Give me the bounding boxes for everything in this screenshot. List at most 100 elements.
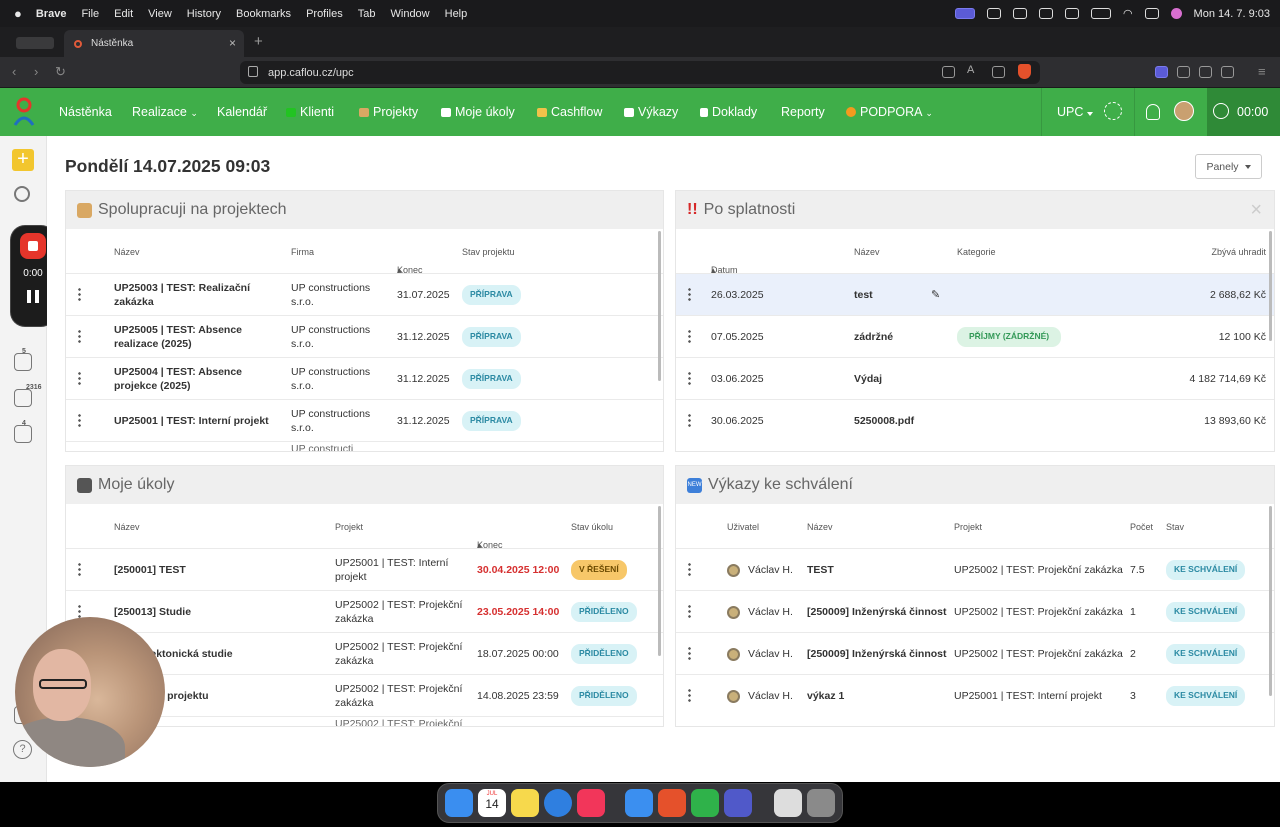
row-menu-icon[interactable] — [688, 646, 691, 660]
script-editor-icon[interactable] — [774, 789, 802, 817]
nav-nastenka[interactable]: Nástěnka — [59, 105, 112, 119]
finder-icon[interactable] — [445, 789, 473, 817]
share-icon[interactable] — [992, 66, 1005, 78]
table-row[interactable]: UP25004 | TEST: Absence projekce (2025) … — [66, 357, 663, 399]
row-menu-icon[interactable] — [78, 329, 81, 343]
battery-icon[interactable] — [1090, 8, 1111, 19]
time-tracker[interactable]: 00:00 — [1207, 88, 1280, 136]
table-row[interactable]: UP25001 | TEST: Interní projekt UP const… — [66, 399, 663, 441]
nav-reporty[interactable]: Reporty — [781, 105, 825, 119]
nav-podpora[interactable]: PODPORA ⌄ — [846, 105, 933, 119]
report-name[interactable]: [250009] Inženýrská činnost — [807, 591, 946, 633]
row-menu-icon[interactable] — [688, 329, 691, 343]
nav-moje-ukoly[interactable]: Moje úkoly — [441, 105, 515, 119]
panels-dropdown-button[interactable]: Panely — [1195, 154, 1262, 179]
wifi-icon[interactable]: ◠ — [1123, 7, 1133, 20]
back-icon[interactable]: ‹ — [12, 64, 16, 79]
menu-app-name[interactable]: Brave — [36, 8, 67, 20]
scrollbar[interactable] — [658, 231, 661, 381]
org-switcher[interactable]: UPC — [1057, 105, 1093, 119]
col-uzivatel[interactable]: Uživatel — [727, 522, 759, 532]
project-name[interactable]: UP25005 | TEST: Absence realizace (2025) — [114, 316, 284, 358]
nav-cashflow[interactable]: Cashflow — [537, 105, 602, 119]
row-menu-icon[interactable] — [688, 371, 691, 385]
report-name[interactable]: TEST — [807, 549, 834, 591]
brave-icon[interactable] — [658, 789, 686, 817]
col-nazev[interactable]: Název — [114, 247, 140, 257]
calendar-icon[interactable]: JUL 14 — [478, 789, 506, 817]
translate-icon[interactable]: A — [967, 64, 980, 76]
row-menu-icon[interactable] — [688, 604, 691, 618]
row-menu-icon[interactable] — [688, 287, 691, 301]
documents-icon[interactable] — [14, 389, 32, 407]
menu-tab[interactable]: Tab — [358, 8, 376, 20]
reload-icon[interactable]: ↻ — [55, 64, 66, 80]
menu-view[interactable]: View — [148, 8, 172, 20]
col-kategorie[interactable]: Kategorie — [957, 247, 996, 257]
project-name[interactable]: UP25003 | TEST: Realizační zakázka — [114, 274, 284, 316]
browser-tab-active[interactable]: Nástěnka × — [64, 30, 244, 57]
calendar-plus-icon[interactable] — [14, 425, 32, 443]
report-name[interactable]: výkaz 1 — [807, 675, 844, 717]
due-name[interactable]: test — [854, 274, 873, 316]
cast-icon[interactable] — [942, 66, 955, 78]
table-row[interactable]: Václav H. [250009] Inženýrská činnost UP… — [676, 590, 1274, 632]
project-name[interactable]: UP25004 | TEST: Absence projekce (2025) — [114, 358, 284, 400]
bell-icon[interactable] — [1146, 104, 1160, 123]
stop-record-button[interactable] — [20, 233, 46, 259]
table-row-partial[interactable]: UP constructi — [66, 441, 663, 451]
row-menu-icon[interactable] — [688, 688, 691, 702]
address-bar[interactable]: app.caflou.cz/upc — [240, 61, 1040, 84]
caflou-logo-icon[interactable] — [12, 97, 36, 127]
screen-record-icon[interactable] — [954, 8, 975, 19]
col-zbyva-uhradit[interactable]: Zbývá uhradit — [1211, 247, 1266, 257]
col-firma[interactable]: Firma — [291, 247, 314, 257]
brave-shield-icon[interactable] — [1018, 64, 1031, 79]
scrollbar[interactable] — [658, 506, 661, 656]
nav-projekty[interactable]: Projekty — [359, 105, 418, 119]
edit-pencil-icon[interactable]: ✎ — [931, 274, 940, 316]
table-row[interactable]: 26.03.2025 test ✎ 2 688,62 Kč — [676, 273, 1274, 315]
nav-kalendar[interactable]: Kalendář — [217, 105, 267, 119]
table-row[interactable]: [250013] Studie UP25002 | TEST: Projekčn… — [66, 590, 663, 632]
col-projekt[interactable]: Projekt — [954, 522, 982, 532]
nav-doklady[interactable]: Doklady — [700, 105, 757, 119]
col-projekt[interactable]: Projekt — [335, 522, 363, 532]
notes-icon[interactable] — [511, 789, 539, 817]
status-icon[interactable] — [986, 8, 1001, 19]
row-menu-icon[interactable] — [78, 604, 81, 618]
status-icon[interactable] — [1038, 8, 1053, 19]
table-row[interactable]: Václav H. TEST UP25002 | TEST: Projekční… — [676, 548, 1274, 590]
table-row[interactable]: UP25003 | TEST: Realizační zakázka UP co… — [66, 273, 663, 315]
row-menu-icon[interactable] — [688, 413, 691, 427]
site-info-icon[interactable] — [248, 66, 258, 77]
scrollbar[interactable] — [1269, 506, 1272, 696]
menu-profiles[interactable]: Profiles — [306, 8, 343, 20]
play-icon[interactable] — [1064, 8, 1079, 19]
scrollbar[interactable] — [1269, 231, 1272, 341]
user-avatar[interactable] — [1174, 101, 1194, 124]
col-stav-ukolu[interactable]: Stav úkolu — [571, 522, 613, 532]
row-menu-icon[interactable] — [78, 287, 81, 301]
numbers-icon[interactable] — [691, 789, 719, 817]
menu-history[interactable]: History — [187, 8, 221, 20]
menu-edit[interactable]: Edit — [114, 8, 133, 20]
menubar-clock[interactable]: Mon 14. 7. 9:03 — [1194, 8, 1270, 20]
search-icon[interactable] — [14, 186, 30, 202]
add-icon[interactable]: + — [12, 149, 34, 171]
new-tab-icon[interactable]: + — [254, 33, 263, 50]
forward-icon[interactable]: › — [34, 64, 38, 79]
row-menu-icon[interactable] — [78, 562, 81, 576]
music-icon[interactable] — [577, 789, 605, 817]
table-row[interactable]: [250001] TEST UP25001 | TEST: Interní pr… — [66, 548, 663, 590]
nav-klienti[interactable]: Klienti — [286, 105, 334, 119]
status-icon[interactable] — [1012, 8, 1027, 19]
row-menu-icon[interactable] — [78, 371, 81, 385]
row-menu-icon[interactable] — [78, 413, 81, 427]
table-row[interactable]: Václav H. [250009] Inženýrská činnost UP… — [676, 632, 1274, 674]
project-name[interactable]: UP25001 | TEST: Interní projekt — [114, 400, 284, 442]
nav-vykazy[interactable]: Výkazy — [624, 105, 678, 119]
extension-icon[interactable] — [1177, 66, 1190, 78]
col-stav-projektu[interactable]: Stav projektu — [462, 247, 515, 257]
col-nazev[interactable]: Název — [807, 522, 833, 532]
